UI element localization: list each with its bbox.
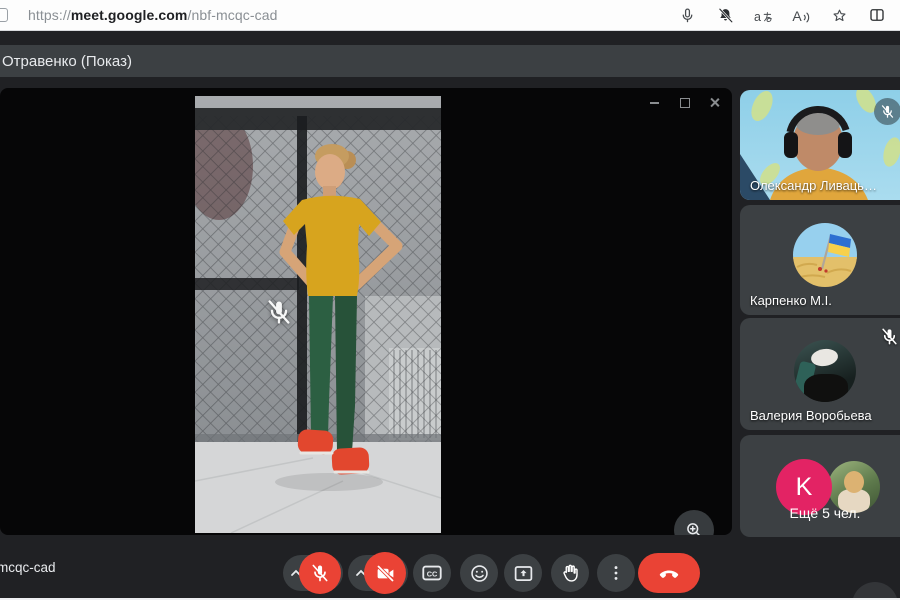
raise-hand-button[interactable]: [551, 554, 589, 592]
url-path: /nbf-mcqc-cad: [187, 7, 277, 23]
participant-name: Карпенко М.І.: [750, 293, 832, 308]
mic-muted-button[interactable]: [299, 552, 341, 594]
microphone-icon[interactable]: [678, 6, 696, 24]
translate-icon[interactable]: a: [754, 6, 772, 24]
notifications-muted-icon[interactable]: [716, 6, 734, 24]
shared-presentation[interactable]: [0, 88, 732, 535]
mic-muted-icon: [880, 327, 900, 347]
reactions-button[interactable]: [460, 554, 498, 592]
smiley-icon: [469, 563, 490, 584]
minimize-icon[interactable]: [646, 94, 664, 110]
gym-scene-illustration: [195, 96, 441, 533]
mic-off-icon: [310, 563, 330, 583]
split-screen-icon[interactable]: [868, 6, 886, 24]
mic-muted-badge: [874, 98, 900, 125]
read-aloud-icon[interactable]: A: [792, 6, 810, 24]
more-vertical-icon: [606, 563, 626, 583]
participant-tile-1[interactable]: Олександр Ливаць…: [740, 90, 900, 200]
present-screen-button[interactable]: [504, 554, 542, 592]
zoom-in-magnifier-icon: [684, 520, 704, 535]
meeting-code: mcqc-cad: [0, 560, 56, 575]
participant-tile-overflow[interactable]: K Ещё 5 чел.: [740, 435, 900, 537]
overflow-count-label: Ещё 5 чел.: [740, 505, 900, 521]
camera-off-icon: [375, 563, 396, 584]
zoom-in-button[interactable]: [674, 510, 714, 535]
tab-partial-icon[interactable]: [0, 8, 8, 22]
more-options-button[interactable]: [597, 554, 635, 592]
captions-icon: CC: [421, 562, 443, 584]
meet-control-bar: mcqc-cad: [0, 540, 900, 598]
hand-icon: [560, 563, 580, 583]
avatar: [793, 223, 857, 287]
participant-name: Олександр Ливаць…: [750, 178, 877, 193]
end-call-button[interactable]: [638, 553, 700, 593]
screen: https://meet.google.com/nbf-mcqc-cad a: [0, 0, 900, 600]
shared-window-controls: [646, 94, 724, 110]
browser-address-bar: https://meet.google.com/nbf-mcqc-cad a: [0, 0, 900, 31]
url-scheme: https://: [28, 7, 71, 23]
url-field[interactable]: https://meet.google.com/nbf-mcqc-cad: [28, 0, 277, 30]
present-screen-icon: [513, 563, 534, 584]
close-icon[interactable]: [706, 94, 724, 110]
presentation-label-bar: Отравенко (Показ): [0, 45, 900, 77]
video-mic-muted-icon: [265, 298, 293, 326]
meet-page: Отравенко (Показ): [0, 32, 900, 598]
captions-label: CC: [427, 569, 438, 578]
translate-a-glyph: a: [754, 10, 761, 24]
participant-tile-3[interactable]: Валерия Воробьева: [740, 318, 900, 430]
camera-off-button[interactable]: [364, 552, 406, 594]
participant-name: Валерия Воробьева: [750, 408, 872, 423]
presented-video[interactable]: [195, 96, 441, 533]
captions-button[interactable]: CC: [413, 554, 451, 592]
phone-hangup-icon: [657, 561, 681, 585]
read-aloud-a-glyph: A: [792, 8, 801, 24]
favorites-star-icon[interactable]: [830, 6, 848, 24]
presentation-label: Отравенко (Показ): [2, 53, 132, 70]
url-host: meet.google.com: [71, 7, 188, 23]
overflow-initial: K: [796, 473, 813, 502]
avatar: [794, 340, 856, 402]
browser-toolbar-icons: a A: [678, 0, 886, 30]
participant-tile-2[interactable]: Карпенко М.І.: [740, 205, 900, 315]
maximize-icon[interactable]: [676, 94, 694, 110]
